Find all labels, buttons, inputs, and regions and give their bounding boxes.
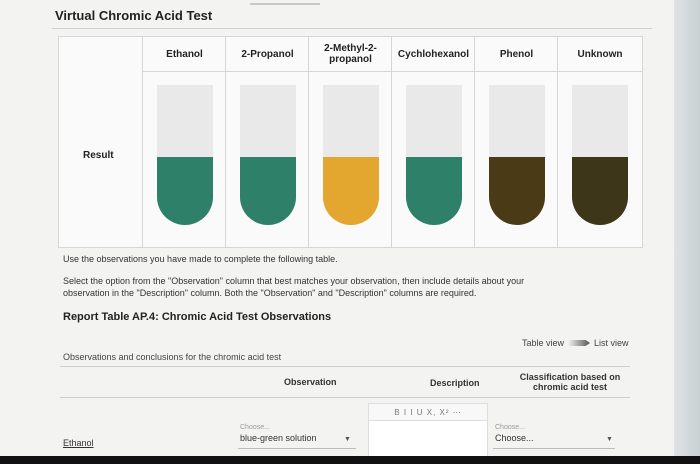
title-divider xyxy=(52,28,652,29)
test-tube-2-propanol xyxy=(240,85,296,225)
view-toggle[interactable]: Table view List view xyxy=(522,338,629,348)
screen: Virtual Chromic Acid Test Result Ethanol… xyxy=(0,0,700,464)
tube-liquid xyxy=(406,157,462,225)
tube-liquid xyxy=(572,157,628,225)
rich-text-toolbar[interactable]: B I I U X, X² ⋯ xyxy=(368,403,488,421)
column-2-methyl-2-propanol: 2-Methyl-2- propanol xyxy=(308,37,392,247)
test-tube-2-methyl-2-propanol xyxy=(323,85,379,225)
tube-liquid xyxy=(157,157,213,225)
report-table-title: Report Table AP.4: Chromic Acid Test Obs… xyxy=(63,311,332,323)
column-header: 2-Propanol xyxy=(226,37,309,72)
instruction-line-3: observation in the "Description" column.… xyxy=(63,288,477,298)
top-indicator xyxy=(250,3,320,5)
column-ethanol: Ethanol xyxy=(142,37,226,247)
classification-select-underline xyxy=(493,448,615,449)
column-unknown: Unknown xyxy=(557,37,642,247)
tube-liquid xyxy=(323,157,379,225)
observation-select-underline xyxy=(238,448,356,449)
result-table: Result Ethanol 2-Propanol 2-Methyl-2- pr… xyxy=(58,36,643,248)
monitor-bezel-right xyxy=(674,0,700,464)
column-cyclohexanol: Cychlohexanol xyxy=(391,37,475,247)
instruction-line-2: Select the option from the "Observation"… xyxy=(63,276,525,286)
description-header: Description xyxy=(430,378,480,388)
instruction-line-1: Use the observations you have made to co… xyxy=(63,254,338,264)
chevron-down-icon[interactable]: ▼ xyxy=(344,436,351,443)
test-tube-unknown xyxy=(572,85,628,225)
classification-select-value[interactable]: Choose... xyxy=(495,433,534,443)
column-header: Phenol xyxy=(475,37,558,72)
column-header: Unknown xyxy=(558,37,642,72)
header-divider xyxy=(60,397,630,398)
classification-hint: Choose... xyxy=(495,424,525,431)
toggle-switch-icon[interactable] xyxy=(568,340,591,346)
test-tube-cyclohexanol xyxy=(406,85,462,225)
tube-liquid xyxy=(240,157,296,225)
tube-liquid xyxy=(489,157,545,225)
list-view-option[interactable]: List view xyxy=(594,338,629,348)
page-title: Virtual Chromic Acid Test xyxy=(55,8,213,23)
table-caption: Observations and conclusions for the chr… xyxy=(63,352,282,362)
test-tube-phenol xyxy=(489,85,545,225)
observation-select-value[interactable]: blue-green solution xyxy=(240,433,317,443)
column-2-propanol: 2-Propanol xyxy=(225,37,309,247)
table-view-option[interactable]: Table view xyxy=(522,338,564,348)
result-row-label: Result xyxy=(83,150,114,161)
caption-divider xyxy=(60,366,630,367)
observation-header: Observation xyxy=(284,377,337,387)
monitor-bezel-bottom xyxy=(0,456,700,464)
observation-hint: Choose... xyxy=(240,424,270,431)
test-tube-ethanol xyxy=(157,85,213,225)
column-phenol: Phenol xyxy=(474,37,558,247)
row-label-ethanol: Ethanol xyxy=(63,438,94,448)
classification-header: Classification based on chromic acid tes… xyxy=(519,372,621,392)
chevron-down-icon[interactable]: ▼ xyxy=(606,436,613,443)
column-header: Cychlohexanol xyxy=(392,37,475,72)
column-header: Ethanol xyxy=(143,37,226,72)
column-header: 2-Methyl-2- propanol xyxy=(309,37,392,72)
